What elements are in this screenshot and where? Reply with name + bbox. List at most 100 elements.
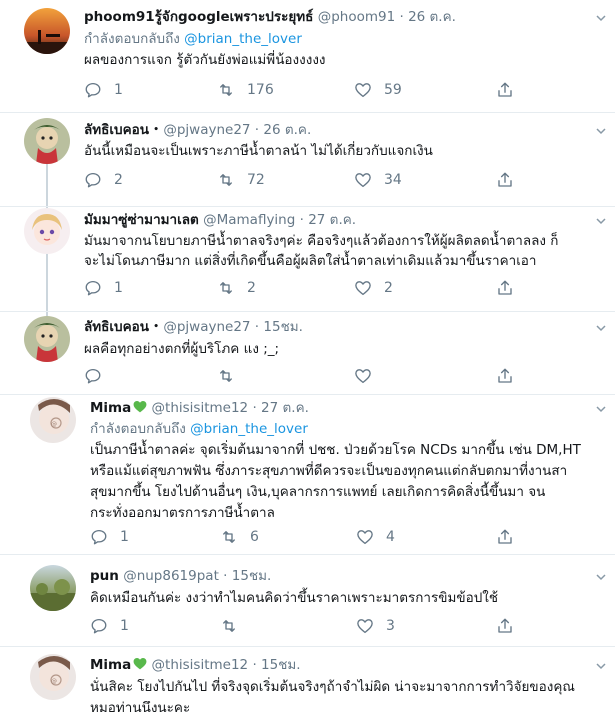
retweet-count: 176 (247, 82, 274, 98)
mention-link[interactable]: @brian_the_lover (184, 31, 302, 47)
reply-button[interactable]: 1 (90, 617, 129, 635)
tweet-header: ลัทธิเบคอน • @pjwayne27 · 15ชม. (84, 319, 303, 335)
tweet-text-line: เป็นภาษีน้ำตาลค่ะ จุดเริ่มต้นมาจากที่ ปช… (90, 442, 581, 458)
avatar[interactable]: @ (30, 397, 76, 443)
avatar[interactable] (30, 565, 76, 611)
tweet-header: มัมมาซู่ซ่ามามาเลต @Mamaflying · 27 ต.ค. (84, 212, 357, 228)
tweet[interactable]: phoom91รู้จักgoogleเพราะประยุทธ์ @phoom9… (0, 0, 615, 112)
reply-button[interactable]: 1 (90, 528, 129, 546)
reply-icon (85, 280, 101, 296)
retweet-button[interactable]: 72 (217, 171, 265, 189)
share-button[interactable] (496, 171, 514, 189)
retweet-button[interactable]: 6 (220, 528, 259, 546)
share-icon (498, 82, 512, 97)
tweet[interactable]: @ Mima @thisisitme12 · 27 ต.ค. กำลังตอบก… (0, 395, 615, 554)
retweet-count: 2 (247, 280, 256, 296)
avatar[interactable] (24, 208, 70, 254)
share-icon (498, 618, 512, 633)
timestamp[interactable]: 15ชม. (261, 657, 301, 673)
like-count: 2 (384, 280, 393, 296)
like-button[interactable]: 3 (356, 617, 395, 635)
tweet-header: pun @nup8619pat · 15ชม. (90, 568, 272, 584)
retweet-button[interactable] (217, 367, 247, 385)
display-name[interactable]: มัมมาซู่ซ่ามามาเลต (84, 212, 199, 228)
tweet[interactable]: pun @nup8619pat · 15ชม. คิดเหมือนกันค่ะ … (0, 555, 615, 646)
retweet-button[interactable]: 176 (217, 81, 274, 99)
reply-prefix: กำลังตอบกลับถึง (84, 31, 180, 47)
like-button[interactable]: 59 (354, 81, 402, 99)
user-handle[interactable]: @phoom91 (318, 9, 395, 25)
reply-context: กำลังตอบกลับถึง @brian_the_lover (90, 420, 308, 438)
like-button[interactable] (354, 367, 384, 385)
display-name[interactable]: phoom91รู้จักgoogleเพราะประยุทธ์ (84, 9, 313, 25)
display-name[interactable]: Mima (90, 400, 131, 416)
user-handle[interactable]: @pjwayne27 (163, 122, 250, 138)
like-count: 3 (386, 618, 395, 634)
timestamp[interactable]: 15ชม. (232, 568, 272, 584)
retweet-button[interactable]: 2 (217, 279, 256, 297)
share-icon (498, 529, 512, 544)
tweet[interactable]: @ Mima @thisisitme12 · 15ชม. นั่นสิคะ โย… (0, 647, 615, 727)
chevron-down-icon[interactable] (595, 322, 607, 334)
avatar[interactable] (24, 8, 70, 54)
chevron-down-icon[interactable] (595, 571, 607, 583)
chevron-down-icon[interactable] (595, 215, 607, 227)
display-name[interactable]: ลัทธิเบคอน (84, 122, 149, 138)
tweet-text-line: มันมาจากนโยบายภาษีน้ำตาลจริงๆค่ะ คือจริง… (84, 233, 559, 249)
like-button[interactable]: 4 (356, 528, 395, 546)
heart-icon (357, 619, 373, 634)
user-handle[interactable]: @thisisitme12 (152, 657, 249, 673)
user-handle[interactable]: @Mamaflying (203, 212, 295, 228)
retweet-count: 72 (247, 172, 265, 188)
tweet-header: Mima @thisisitme12 · 27 ต.ค. (90, 400, 309, 416)
display-name[interactable]: Mima (90, 657, 131, 673)
reply-icon (91, 529, 107, 545)
like-button[interactable]: 34 (354, 171, 402, 189)
reply-button[interactable]: 1 (84, 81, 123, 99)
reply-button[interactable]: 1 (84, 279, 123, 297)
tweet[interactable]: มัมมาซู่ซ่ามามาเลต @Mamaflying · 27 ต.ค.… (0, 207, 615, 311)
share-icon (498, 172, 512, 187)
tweet-actions (84, 367, 604, 385)
reply-button[interactable] (84, 367, 114, 385)
user-handle[interactable]: @pjwayne27 (163, 319, 250, 335)
timestamp[interactable]: 27 ต.ค. (308, 212, 356, 228)
green-heart-icon (133, 401, 147, 413)
reply-button[interactable]: 2 (84, 171, 123, 189)
timestamp[interactable]: 26 ต.ค. (263, 122, 311, 138)
retweet-icon (220, 174, 232, 186)
display-name[interactable]: pun (90, 568, 119, 584)
avatar[interactable] (24, 316, 70, 362)
share-button[interactable] (496, 81, 514, 99)
tweet-text-line: หรือแม้แต่สุขภาพฟัน ซึ่งภาระสุขภาพที่ดีค… (90, 463, 568, 479)
timestamp[interactable]: 26 ต.ค. (408, 9, 456, 25)
reply-icon (85, 82, 101, 98)
avatar[interactable]: @ (30, 654, 76, 700)
share-button[interactable] (496, 528, 514, 546)
user-handle[interactable]: @thisisitme12 (152, 400, 249, 416)
chevron-down-icon[interactable] (595, 660, 607, 672)
chevron-down-icon[interactable] (595, 125, 607, 137)
retweet-button[interactable] (220, 617, 250, 635)
display-name[interactable]: ลัทธิเบคอน (84, 319, 149, 335)
share-button[interactable] (496, 279, 514, 297)
mention-link[interactable]: @brian_the_lover (190, 421, 308, 437)
tweet[interactable]: ลัทธิเบคอน • @pjwayne27 · 15ชม. ผลคือทุก… (0, 312, 615, 394)
share-button[interactable] (496, 617, 514, 635)
chevron-down-icon[interactable] (595, 12, 607, 24)
tweet[interactable]: ลัทธิเบคอน • @pjwayne27 · 26 ต.ค. อันนี้… (0, 113, 615, 206)
timestamp[interactable]: 27 ต.ค. (261, 400, 309, 416)
timestamp[interactable]: 15ชม. (263, 319, 303, 335)
tweet-actions: 1 176 59 (84, 81, 604, 99)
tweet-text-line: กระทั่งออกมาตรการภาษีน้ำตาล (90, 505, 275, 521)
reply-prefix: กำลังตอบกลับถึง (90, 421, 186, 437)
tweet-header: Mima @thisisitme12 · 15ชม. (90, 657, 301, 673)
reply-count: 2 (114, 172, 123, 188)
retweet-icon (220, 84, 232, 96)
chevron-down-icon[interactable] (595, 403, 607, 415)
avatar[interactable] (24, 118, 70, 164)
reply-count: 1 (114, 280, 123, 296)
like-button[interactable]: 2 (354, 279, 393, 297)
share-button[interactable] (496, 367, 514, 385)
user-handle[interactable]: @nup8619pat (123, 568, 219, 584)
